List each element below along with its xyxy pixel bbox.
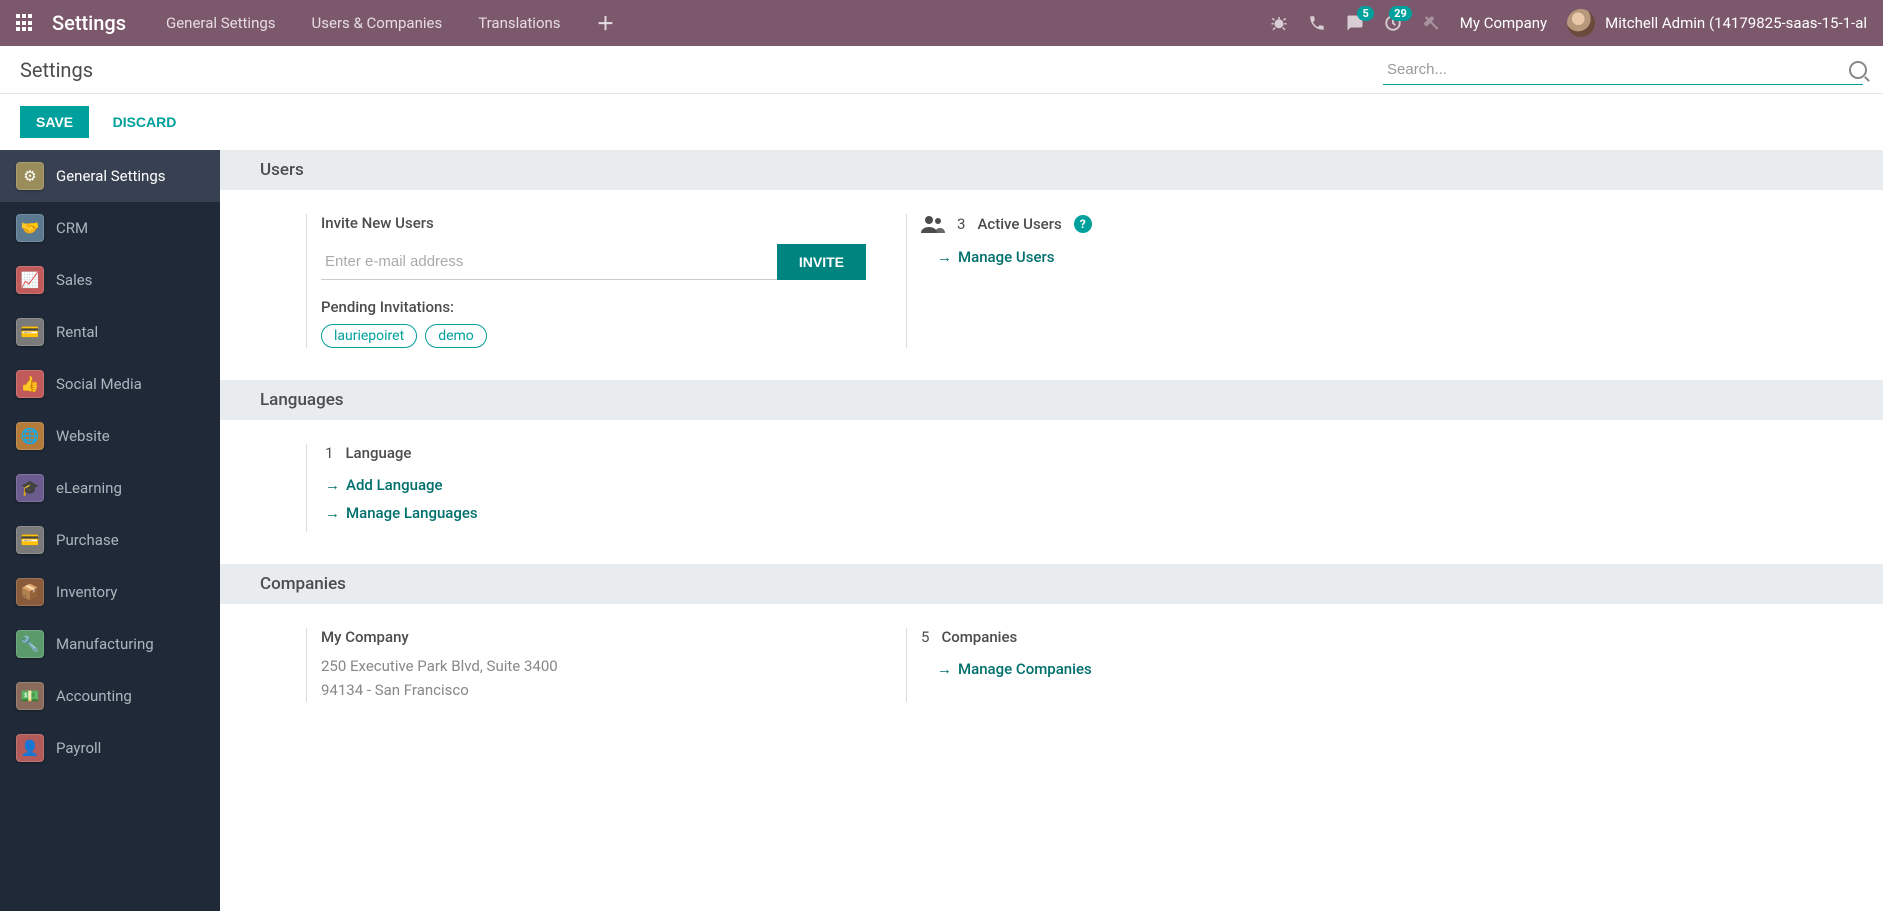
sidebar-item-label: Inventory <box>56 583 117 601</box>
app-icon: 👤 <box>16 734 44 762</box>
arrow-icon: → <box>325 504 340 522</box>
activities-icon[interactable]: 29 <box>1384 14 1402 32</box>
sidebar-item-label: Accounting <box>56 687 132 705</box>
company-address-1: 250 Executive Park Blvd, Suite 3400 <box>321 654 866 678</box>
company-name: My Company <box>321 628 866 646</box>
sidebar-item-rental[interactable]: 💳 Rental <box>0 306 220 358</box>
user-name: Mitchell Admin (14179825-saas-15-1-al <box>1605 14 1867 32</box>
section-body-users: Invite New Users INVITE Pending Invitati… <box>220 190 1883 380</box>
sidebar-item-label: Payroll <box>56 739 101 757</box>
company-address-2: 94134 - San Francisco <box>321 678 866 702</box>
invite-button[interactable]: INVITE <box>777 244 866 280</box>
top-nav: Settings General Settings Users & Compan… <box>0 0 1883 46</box>
language-count-label: Language <box>345 444 411 462</box>
section-body-languages: 1 Language → Add Language → Manage Langu… <box>220 420 1883 564</box>
sidebar-item-crm[interactable]: 🤝 CRM <box>0 202 220 254</box>
sidebar-item-inventory[interactable]: 📦 Inventory <box>0 566 220 618</box>
language-count: 1 <box>325 444 333 462</box>
sidebar-item-purchase[interactable]: 💳 Purchase <box>0 514 220 566</box>
app-icon: 📦 <box>16 578 44 606</box>
apps-icon[interactable] <box>16 14 34 32</box>
invite-label: Invite New Users <box>321 214 866 232</box>
activities-badge: 29 <box>1389 6 1412 21</box>
active-users-label: Active Users <box>977 215 1061 233</box>
avatar <box>1567 9 1595 37</box>
section-header-users: Users <box>220 150 1883 190</box>
companies-count: 5 <box>921 628 929 646</box>
sidebar-item-payroll[interactable]: 👤 Payroll <box>0 722 220 774</box>
sidebar-item-label: Website <box>56 427 110 445</box>
arrow-icon: → <box>937 248 952 266</box>
bug-icon[interactable] <box>1270 14 1288 32</box>
sidebar-item-accounting[interactable]: 💵 Accounting <box>0 670 220 722</box>
users-icon <box>921 214 945 234</box>
messages-badge: 5 <box>1357 6 1373 21</box>
add-language-link[interactable]: → Add Language <box>325 476 866 494</box>
pending-tags: lauriepoiret demo <box>321 324 866 348</box>
pending-label: Pending Invitations: <box>321 298 866 316</box>
search-wrap <box>1383 55 1863 85</box>
sidebar-item-elearning[interactable]: 🎓 eLearning <box>0 462 220 514</box>
sidebar-item-general-settings[interactable]: ⚙ General Settings <box>0 150 220 202</box>
save-button[interactable]: SAVE <box>20 106 89 138</box>
section-header-companies: Companies <box>220 564 1883 604</box>
sidebar-item-manufacturing[interactable]: 🔧 Manufacturing <box>0 618 220 670</box>
main-layout: ⚙ General Settings 🤝 CRM 📈 Sales 💳 Rental 👍 Socia… <box>0 150 1883 911</box>
app-icon: 💳 <box>16 318 44 346</box>
page-title: Settings <box>20 58 93 82</box>
breadcrumb-bar: Settings <box>0 46 1883 94</box>
search-icon[interactable] <box>1849 61 1867 79</box>
manage-languages-link[interactable]: → Manage Languages <box>325 504 866 522</box>
plus-icon[interactable]: ＋ <box>597 10 615 36</box>
action-bar: SAVE DISCARD <box>0 94 1883 150</box>
sidebar-item-label: CRM <box>56 219 88 237</box>
app-icon: 💵 <box>16 682 44 710</box>
manage-users-link[interactable]: → Manage Users <box>937 248 1466 266</box>
sidebar-item-label: Social Media <box>56 375 142 393</box>
pending-tag[interactable]: lauriepoiret <box>321 324 417 348</box>
app-icon: 📈 <box>16 266 44 294</box>
sidebar-item-label: Rental <box>56 323 98 341</box>
arrow-icon: → <box>937 660 952 678</box>
arrow-icon: → <box>325 476 340 494</box>
messages-icon[interactable]: 5 <box>1346 14 1364 32</box>
section-header-languages: Languages <box>220 380 1883 420</box>
menu-users-companies[interactable]: Users & Companies <box>312 14 443 32</box>
app-icon: 👍 <box>16 370 44 398</box>
menu-translations[interactable]: Translations <box>478 14 560 32</box>
section-body-companies: My Company 250 Executive Park Blvd, Suit… <box>220 604 1883 734</box>
app-icon: 🎓 <box>16 474 44 502</box>
sidebar-item-sales[interactable]: 📈 Sales <box>0 254 220 306</box>
tools-icon[interactable] <box>1422 14 1440 32</box>
manage-companies-link[interactable]: → Manage Companies <box>937 660 1466 678</box>
sidebar-item-label: General Settings <box>56 167 166 185</box>
topnav-menu: General Settings Users & Companies Trans… <box>166 14 561 32</box>
menu-general-settings[interactable]: General Settings <box>166 14 276 32</box>
app-icon: 🌐 <box>16 422 44 450</box>
user-menu[interactable]: Mitchell Admin (14179825-saas-15-1-al <box>1567 9 1867 37</box>
sidebar-item-social-media[interactable]: 👍 Social Media <box>0 358 220 410</box>
app-icon: 🤝 <box>16 214 44 242</box>
sidebar-item-label: Sales <box>56 271 92 289</box>
phone-icon[interactable] <box>1308 14 1326 32</box>
app-icon: 💳 <box>16 526 44 554</box>
settings-sidebar: ⚙ General Settings 🤝 CRM 📈 Sales 💳 Rental 👍 Socia… <box>0 150 220 911</box>
help-icon[interactable]: ? <box>1074 215 1092 233</box>
sidebar-item-label: Manufacturing <box>56 635 154 653</box>
invite-email-input[interactable] <box>321 244 777 280</box>
app-title[interactable]: Settings <box>52 11 126 35</box>
app-icon: ⚙ <box>16 162 44 190</box>
settings-content: Users Invite New Users INVITE Pending In… <box>220 150 1883 911</box>
active-users-count: 3 <box>957 215 965 233</box>
app-icon: 🔧 <box>16 630 44 658</box>
pending-tag[interactable]: demo <box>425 324 487 348</box>
sidebar-item-label: Purchase <box>56 531 119 549</box>
company-switcher[interactable]: My Company <box>1460 14 1547 32</box>
companies-count-label: Companies <box>941 628 1017 646</box>
sidebar-item-website[interactable]: 🌐 Website <box>0 410 220 462</box>
search-input[interactable] <box>1383 55 1863 85</box>
sidebar-item-label: eLearning <box>56 479 122 497</box>
discard-button[interactable]: DISCARD <box>113 114 177 130</box>
topnav-right: 5 29 My Company Mitchell Admin (14179825… <box>1270 9 1867 37</box>
